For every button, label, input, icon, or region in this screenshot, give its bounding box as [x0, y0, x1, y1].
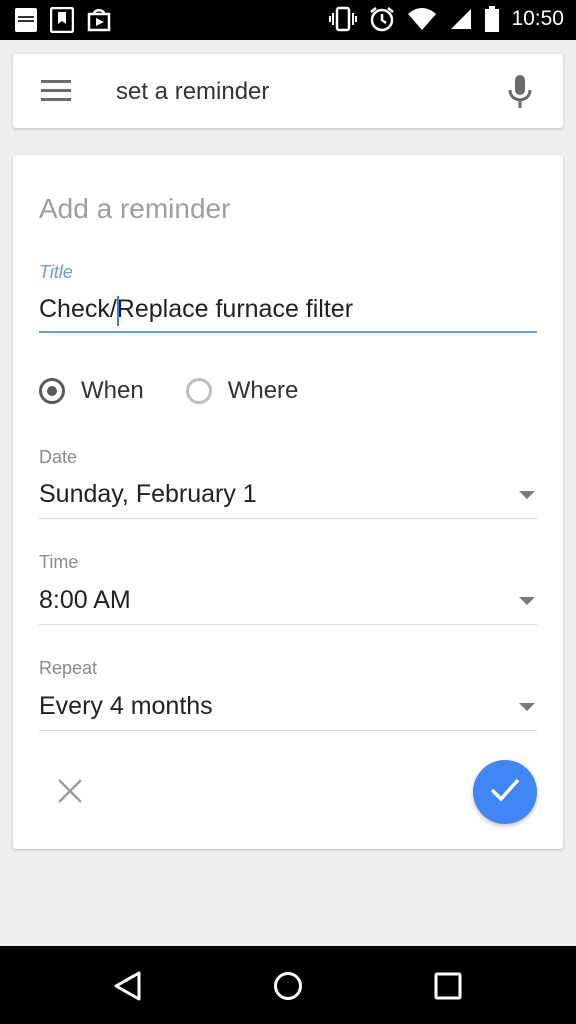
where-radio[interactable]: Where: [185, 377, 299, 405]
vibrate-icon: [329, 6, 358, 32]
reminder-card: Add a reminder Title Check/Replace furna…: [13, 155, 563, 849]
save-reminder-button[interactable]: [473, 760, 537, 824]
date-select[interactable]: Sunday, February 1: [39, 472, 537, 519]
text-cursor: [117, 296, 119, 326]
cell-signal-icon: [449, 7, 473, 31]
repeat-value: Every 4 months: [39, 692, 213, 720]
wifi-icon: [407, 7, 437, 31]
time-select[interactable]: 8:00 AM: [39, 578, 537, 625]
repeat-label: Repeat: [39, 658, 98, 678]
battery-icon: [485, 6, 500, 32]
dropdown-arrow-icon: [519, 703, 535, 711]
navigation-bar: [0, 946, 576, 1024]
alarm-icon: [369, 6, 395, 32]
home-icon[interactable]: [272, 970, 304, 1007]
time-value: 8:00 AM: [39, 586, 131, 614]
microphone-icon[interactable]: [507, 74, 533, 115]
checkmark-icon: [489, 777, 521, 808]
dropdown-arrow-icon: [519, 597, 535, 605]
title-value: Check/Replace furnace filter: [39, 295, 354, 323]
when-radio[interactable]: When: [39, 377, 144, 405]
title-input[interactable]: Check/Replace furnace filter: [39, 289, 537, 333]
cancel-icon[interactable]: [56, 777, 84, 810]
where-label: Where: [227, 377, 299, 404]
when-label: When: [81, 377, 144, 404]
date-label: Date: [39, 447, 78, 467]
radio-checked-icon: [39, 378, 65, 404]
bookmark-app-icon: [50, 7, 74, 33]
clock-time: 10:50: [511, 7, 564, 30]
dropdown-arrow-icon: [519, 491, 535, 499]
bible-app-icon: [14, 7, 38, 33]
repeat-select[interactable]: Every 4 months: [39, 684, 537, 731]
title-label: Title: [39, 262, 73, 282]
menu-icon[interactable]: [41, 77, 73, 105]
radio-unchecked-icon: [185, 378, 212, 404]
back-icon[interactable]: [112, 970, 144, 1007]
recent-apps-icon[interactable]: [432, 970, 464, 1007]
status-bar: 10:50: [0, 0, 576, 40]
trigger-radio-group: When Where: [39, 377, 340, 405]
card-heading: Add a reminder: [39, 193, 231, 224]
play-store-icon: [86, 7, 112, 33]
time-label: Time: [39, 552, 79, 572]
search-bar[interactable]: set a reminder: [13, 54, 563, 128]
date-value: Sunday, February 1: [39, 480, 257, 508]
search-query[interactable]: set a reminder: [116, 78, 269, 106]
